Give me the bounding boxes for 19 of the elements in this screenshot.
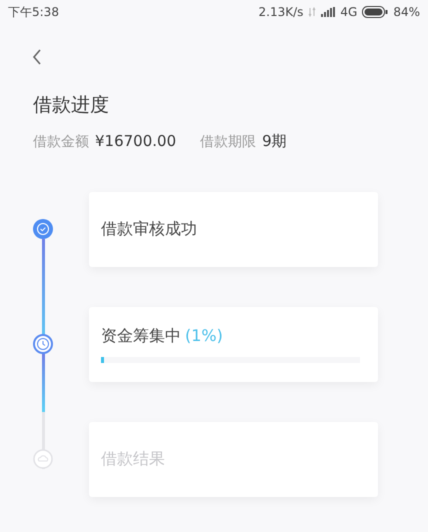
battery-percent: 84% — [393, 5, 420, 19]
summary-label: 借款期限 — [200, 133, 256, 151]
battery-icon — [362, 6, 388, 18]
signal-icon — [321, 7, 336, 17]
network-speed: 2.13K/s — [258, 5, 304, 19]
summary-value: ¥16700.00 — [95, 132, 176, 150]
step-label: 借款审核成功 — [101, 219, 197, 238]
data-arrows-icon — [308, 7, 316, 17]
step-label: 借款结果 — [101, 449, 165, 468]
clock-icon — [33, 334, 53, 354]
check-circle-icon — [33, 219, 53, 239]
page-title: 借款进度 — [33, 93, 110, 118]
step-percent: (1%) — [185, 326, 223, 345]
clock: 下午5:38 — [8, 4, 59, 20]
step-label: 资金筹集中 — [101, 326, 181, 345]
summary-label: 借款金额 — [33, 133, 89, 151]
summary-value: 9期 — [262, 132, 287, 151]
network-type: 4G — [340, 5, 358, 19]
cloud-circle-icon — [33, 449, 53, 469]
